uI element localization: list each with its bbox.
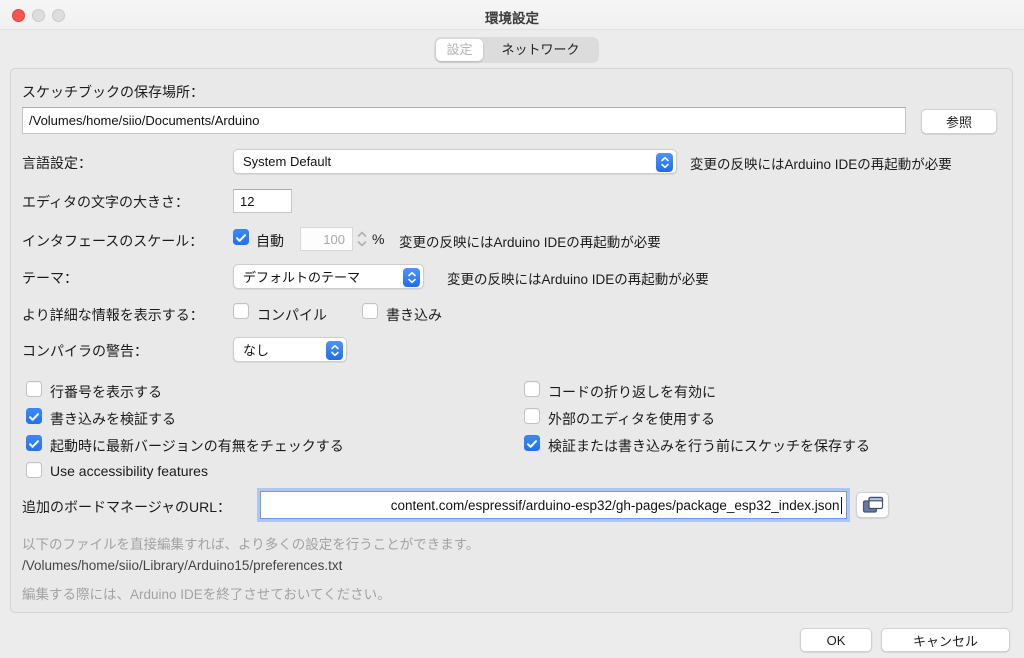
- theme-restart-note: 変更の反映にはArduino IDEの再起動が必要: [447, 268, 709, 288]
- code-wrap-checkbox[interactable]: [524, 381, 540, 397]
- sketchbook-label: スケッチブックの保存場所：: [22, 82, 204, 102]
- chevron-up-down-icon: [403, 268, 420, 287]
- language-label: 言語設定：: [22, 153, 92, 173]
- save-before-checkbox[interactable]: [524, 435, 540, 451]
- save-before-label: 検証または書き込みを行う前にスケッチを保存する: [548, 436, 870, 456]
- language-select[interactable]: System Default: [233, 149, 677, 174]
- boards-url-label: 追加のボードマネージャのURL：: [22, 497, 231, 517]
- scale-unit: %: [372, 231, 384, 247]
- preferences-dialog: 環境設定 設定 ネットワーク スケッチブックの保存場所： /Volumes/ho…: [0, 0, 1024, 658]
- scale-value: 100: [323, 232, 345, 247]
- boards-url-input[interactable]: content.com/espressif/arduino-esp32/gh-p…: [260, 491, 847, 519]
- window-title: 環境設定: [0, 7, 1024, 27]
- code-wrap-label: コードの折り返しを有効に: [548, 382, 716, 402]
- tab-settings[interactable]: 設定: [436, 39, 483, 61]
- warnings-label: コンパイラの警告：: [22, 341, 148, 361]
- font-size-label: エディタの文字の大きさ：: [22, 192, 189, 212]
- tab-bar: 設定 ネットワーク: [434, 37, 599, 63]
- theme-select[interactable]: デフォルトのテーマ: [233, 264, 424, 289]
- verbose-label: より詳細な情報を表示する：: [22, 305, 204, 325]
- scale-stepper: [355, 227, 369, 256]
- scale-auto-label: 自動: [256, 231, 284, 251]
- warnings-select[interactable]: なし: [233, 337, 347, 362]
- title-bar: 環境設定: [0, 0, 1024, 30]
- verify-upload-checkbox[interactable]: [26, 408, 42, 424]
- theme-label: テーマ：: [22, 268, 78, 288]
- external-editor-label: 外部のエディタを使用する: [548, 409, 715, 429]
- check-updates-checkbox[interactable]: [26, 435, 42, 451]
- ok-button[interactable]: OK: [800, 628, 872, 652]
- verbose-compile-label: コンパイル: [257, 305, 327, 325]
- check-updates-label: 起動時に最新バージョンの有無をチェックする: [50, 436, 344, 456]
- accessibility-checkbox[interactable]: [26, 462, 42, 478]
- warnings-value: なし: [243, 340, 269, 359]
- verbose-upload-label: 書き込み: [386, 305, 442, 325]
- font-size-value: 12: [240, 194, 254, 209]
- cancel-button[interactable]: キャンセル: [881, 628, 1010, 652]
- open-urls-window-button[interactable]: [856, 492, 889, 518]
- sketchbook-path-value: /Volumes/home/siio/Documents/Arduino: [29, 113, 260, 128]
- preferences-file-path: /Volumes/home/siio/Library/Arduino15/pre…: [22, 558, 342, 573]
- windows-icon: [862, 496, 884, 514]
- line-numbers-label: 行番号を表示する: [50, 382, 162, 402]
- language-restart-note: 変更の反映にはArduino IDEの再起動が必要: [690, 153, 952, 173]
- footer-hint-1: 以下のファイルを直接編集すれば、より多くの設定を行うことができます。: [22, 533, 479, 553]
- scale-value-input: 100: [300, 227, 353, 251]
- verbose-upload-checkbox[interactable]: [362, 303, 378, 319]
- footer-hint-2: 編集する際には、Arduino IDEを終了させておいてください。: [22, 583, 391, 603]
- external-editor-checkbox[interactable]: [524, 408, 540, 424]
- scale-auto-checkbox[interactable]: [233, 229, 249, 245]
- language-value: System Default: [243, 154, 331, 169]
- theme-value: デフォルトのテーマ: [243, 267, 360, 286]
- verify-upload-label: 書き込みを検証する: [50, 409, 176, 429]
- chevron-up-down-icon: [326, 341, 343, 360]
- boards-url-value: content.com/espressif/arduino-esp32/gh-p…: [391, 498, 840, 513]
- sketchbook-path-input[interactable]: /Volumes/home/siio/Documents/Arduino: [22, 107, 906, 134]
- scale-restart-note: 変更の反映にはArduino IDEの再起動が必要: [399, 231, 661, 251]
- line-numbers-checkbox[interactable]: [26, 381, 42, 397]
- verbose-compile-checkbox[interactable]: [233, 303, 249, 319]
- font-size-input[interactable]: 12: [233, 189, 292, 213]
- chevron-up-down-icon: [656, 153, 673, 172]
- tab-network[interactable]: ネットワーク: [486, 39, 595, 61]
- text-caret: [841, 497, 843, 514]
- browse-button[interactable]: 参照: [921, 109, 997, 134]
- scale-label: インタフェースのスケール：: [22, 231, 203, 251]
- accessibility-label: Use accessibility features: [50, 463, 208, 479]
